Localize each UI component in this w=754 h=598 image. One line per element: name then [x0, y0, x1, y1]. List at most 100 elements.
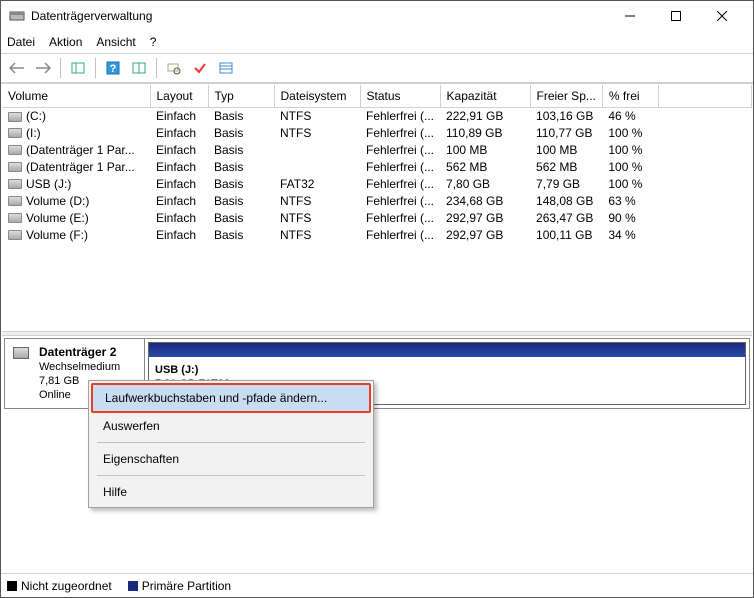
cell-layout: Einfach — [150, 141, 208, 158]
ctx-properties[interactable]: Eigenschaften — [91, 446, 371, 472]
cell-status: Fehlerfrei (... — [360, 192, 440, 209]
ctx-change-letter[interactable]: Laufwerkbuchstaben und -pfade ändern... — [91, 383, 371, 413]
cell-capacity: 292,97 GB — [440, 209, 530, 226]
disk-pane: Datenträger 2 Wechselmedium 7,81 GB Onli… — [2, 336, 752, 572]
cell-volume: (Datenträger 1 Par... — [2, 158, 150, 175]
list-button[interactable] — [214, 56, 238, 80]
cell-filesystem — [274, 141, 360, 158]
table-row[interactable]: (I:)EinfachBasisNTFSFehlerfrei (...110,8… — [2, 124, 752, 141]
cell-layout: Einfach — [150, 192, 208, 209]
titlebar[interactable]: Datenträgerverwaltung — [1, 1, 753, 31]
maximize-button[interactable] — [653, 1, 699, 31]
table-row[interactable]: (Datenträger 1 Par...EinfachBasis Fehlerf… — [2, 141, 752, 158]
cell-free: 110,77 GB — [530, 124, 602, 141]
cell-capacity: 234,68 GB — [440, 192, 530, 209]
table-row[interactable]: (C:)EinfachBasisNTFSFehlerfrei (...222,9… — [2, 107, 752, 124]
col-status[interactable]: Status — [360, 85, 440, 107]
ctx-eject[interactable]: Auswerfen — [91, 413, 371, 439]
cell-status: Fehlerfrei (... — [360, 107, 440, 124]
legend-primary: Primäre Partition — [128, 579, 231, 593]
table-row[interactable]: (Datenträger 1 Par...EinfachBasisFehlerf… — [2, 158, 752, 175]
col-volume[interactable]: Volume — [2, 85, 150, 107]
view-button[interactable] — [66, 56, 90, 80]
drive-icon — [8, 179, 22, 189]
table-header-row: Volume Layout Typ Dateisystem Status Kap… — [2, 85, 752, 107]
find-button[interactable] — [162, 56, 186, 80]
drive-icon — [8, 112, 22, 122]
cell-type: Basis — [208, 141, 274, 158]
cell-capacity: 562 MB — [440, 158, 530, 175]
cell-layout: Einfach — [150, 226, 208, 243]
drive-icon — [8, 162, 22, 172]
cell-free: 263,47 GB — [530, 209, 602, 226]
cell-layout: Einfach — [150, 175, 208, 192]
cell-pct: 100 % — [602, 141, 658, 158]
col-free[interactable]: Freier Sp... — [530, 85, 602, 107]
cell-filesystem: FAT32 — [274, 175, 360, 192]
menu-help[interactable]: ? — [150, 35, 157, 49]
cell-volume: USB (J:) — [2, 175, 150, 192]
ctx-sep — [97, 442, 365, 443]
table-row[interactable]: Volume (F:)EinfachBasisNTFSFehlerfrei (.… — [2, 226, 752, 243]
col-capacity[interactable]: Kapazität — [440, 85, 530, 107]
cell-status: Fehlerfrei (... — [360, 124, 440, 141]
menu-action[interactable]: Aktion — [49, 35, 82, 49]
cell-status: Fehlerfrei (... — [360, 209, 440, 226]
cell-volume: (C:) — [2, 107, 150, 124]
menubar: Datei Aktion Ansicht ? — [1, 31, 753, 53]
cell-type: Basis — [208, 192, 274, 209]
col-filesystem[interactable]: Dateisystem — [274, 85, 360, 107]
minimize-button[interactable] — [607, 1, 653, 31]
legend-unallocated: Nicht zugeordnet — [7, 579, 112, 593]
drive-icon — [8, 196, 22, 206]
menu-file[interactable]: Datei — [7, 35, 35, 49]
col-layout[interactable]: Layout — [150, 85, 208, 107]
cell-volume: (Datenträger 1 Par... — [2, 141, 150, 158]
cell-free: 100,11 GB — [530, 226, 602, 243]
svg-text:?: ? — [110, 63, 117, 75]
cell-filesystem: NTFS — [274, 209, 360, 226]
refresh-button[interactable] — [127, 56, 151, 80]
ctx-sep — [97, 475, 365, 476]
table-row[interactable]: Volume (E:)EinfachBasisNTFSFehlerfrei (.… — [2, 209, 752, 226]
table-row[interactable]: USB (J:)EinfachBasisFAT32Fehlerfrei (...… — [2, 175, 752, 192]
disk-name: Datenträger 2 — [39, 345, 116, 359]
help-button[interactable]: ? — [101, 56, 125, 80]
check-button[interactable] — [188, 56, 212, 80]
forward-button[interactable] — [31, 56, 55, 80]
close-button[interactable] — [699, 1, 745, 31]
cell-layout: Einfach — [150, 107, 208, 124]
cell-pct: 46 % — [602, 107, 658, 124]
volume-table: Volume Layout Typ Dateisystem Status Kap… — [2, 85, 752, 243]
toolbar: ? — [1, 53, 753, 83]
cell-type: Basis — [208, 158, 274, 175]
cell-capacity: 222,91 GB — [440, 107, 530, 124]
back-button[interactable] — [5, 56, 29, 80]
disk-status: Online — [39, 389, 71, 401]
cell-volume: Volume (D:) — [2, 192, 150, 209]
cell-status: Fehlerfrei (... — [360, 141, 440, 158]
cell-layout: Einfach — [150, 124, 208, 141]
menu-view[interactable]: Ansicht — [96, 35, 135, 49]
col-blank[interactable] — [658, 85, 751, 107]
cell-type: Basis — [208, 124, 274, 141]
col-pct[interactable]: % frei — [602, 85, 658, 107]
cell-filesystem: NTFS — [274, 226, 360, 243]
volume-table-pane: Volume Layout Typ Dateisystem Status Kap… — [2, 85, 752, 331]
content-area: Volume Layout Typ Dateisystem Status Kap… — [1, 83, 753, 573]
cell-pct: 90 % — [602, 209, 658, 226]
cell-status: Fehlerfrei (... — [360, 175, 440, 192]
table-row[interactable]: Volume (D:)EinfachBasisNTFSFehlerfrei (.… — [2, 192, 752, 209]
col-type[interactable]: Typ — [208, 85, 274, 107]
cell-pct: 34 % — [602, 226, 658, 243]
cell-status: Fehlerfrei (... — [360, 158, 440, 175]
cell-free: 100 MB — [530, 141, 602, 158]
cell-type: Basis — [208, 209, 274, 226]
drive-icon — [8, 230, 22, 240]
ctx-help[interactable]: Hilfe — [91, 479, 371, 505]
volume-name: USB (J:) — [155, 364, 198, 376]
cell-type: Basis — [208, 175, 274, 192]
cell-pct: 100 % — [602, 175, 658, 192]
drive-icon — [8, 213, 22, 223]
app-window: Datenträgerverwaltung Datei Aktion Ansic… — [0, 0, 754, 598]
